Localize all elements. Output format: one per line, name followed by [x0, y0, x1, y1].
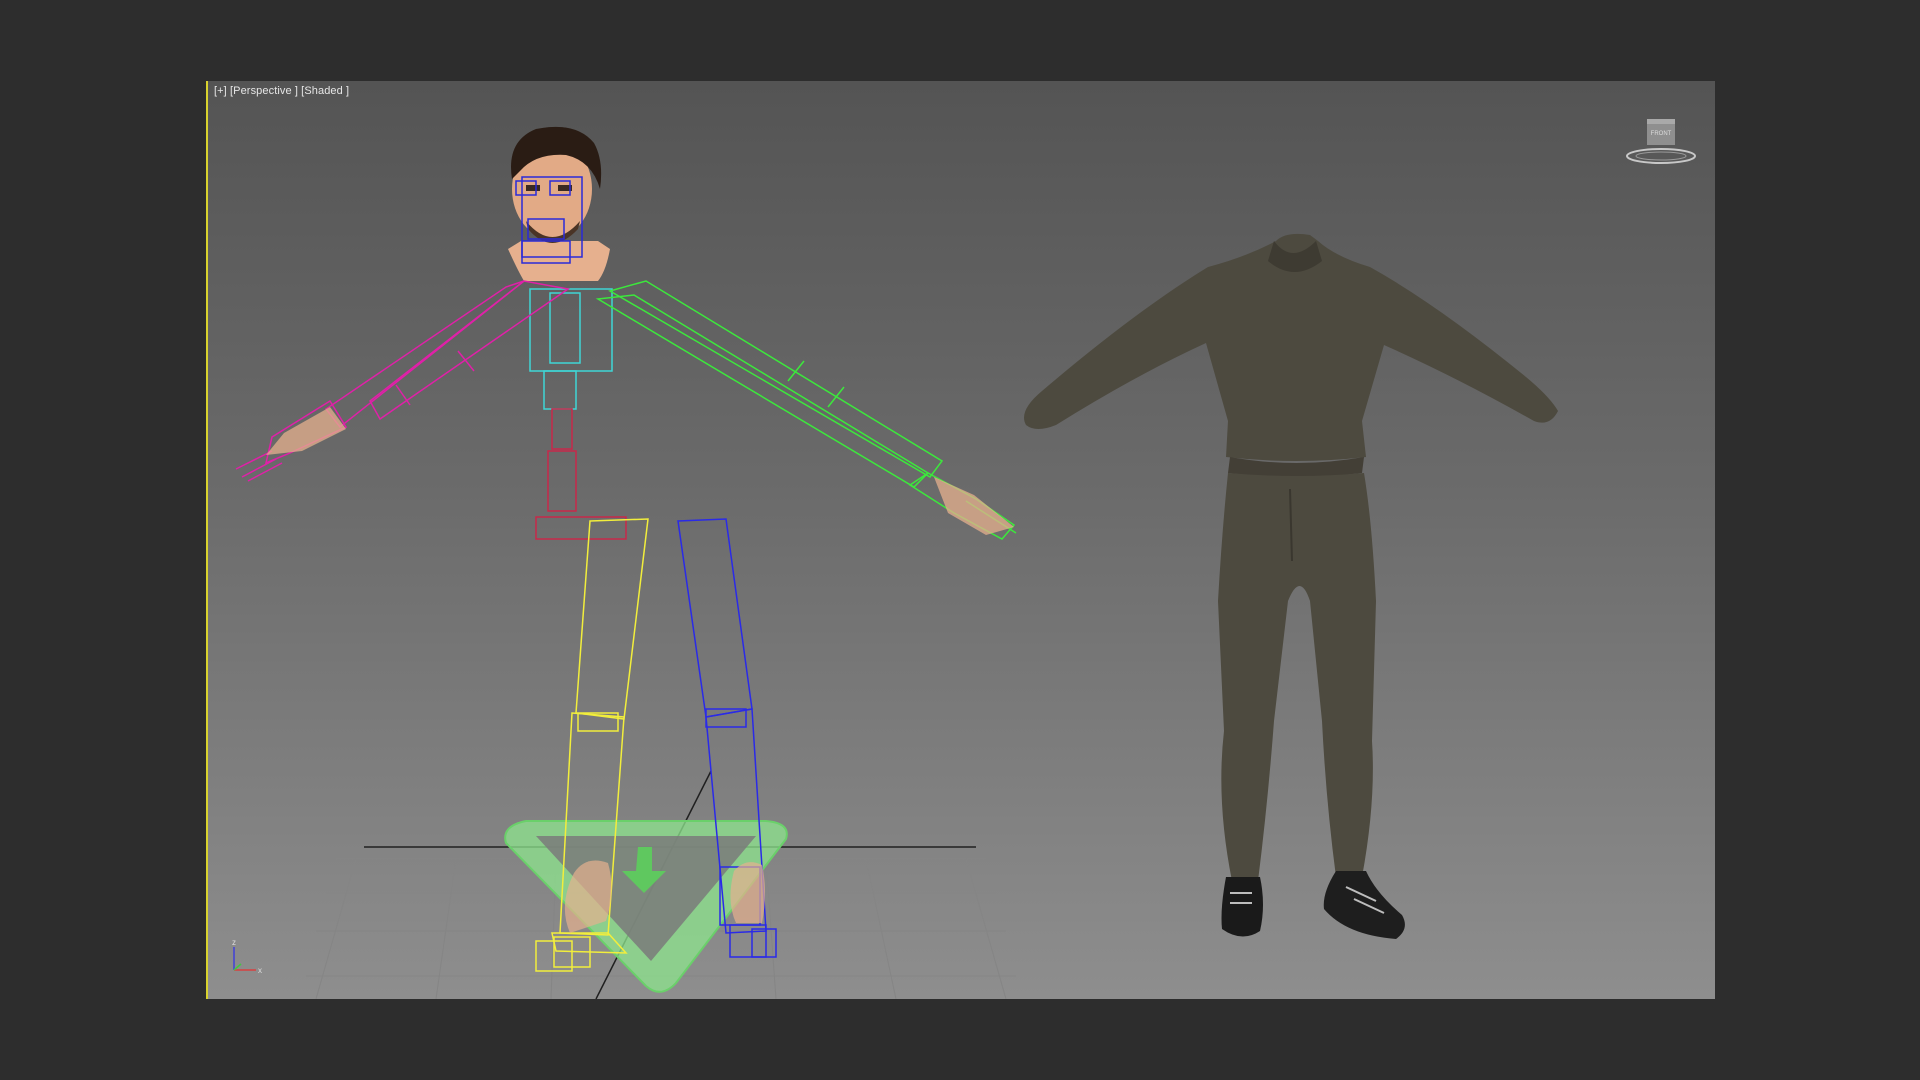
viewcube[interactable]: FRONT — [1621, 119, 1701, 169]
character-head[interactable] — [508, 126, 610, 281]
axis-x-label: x — [258, 966, 262, 975]
sweatpants[interactable] — [1218, 473, 1376, 881]
right-hand — [934, 477, 1014, 535]
right-foot — [730, 862, 765, 923]
hoodie[interactable] — [1024, 233, 1558, 477]
axis-z-label: z — [232, 938, 236, 947]
axis-tripod: z x — [226, 937, 266, 977]
left-hand — [266, 407, 346, 455]
scene-canvas[interactable] — [206, 81, 1715, 999]
viewcube-face-label: FRONT — [1651, 131, 1672, 137]
sneakers[interactable] — [1221, 871, 1405, 939]
perspective-viewport[interactable]: [+] [Perspective ] [Shaded ] FRONT z x — [206, 81, 1715, 999]
viewport-label[interactable]: [+] [Perspective ] [Shaded ] — [214, 85, 349, 97]
